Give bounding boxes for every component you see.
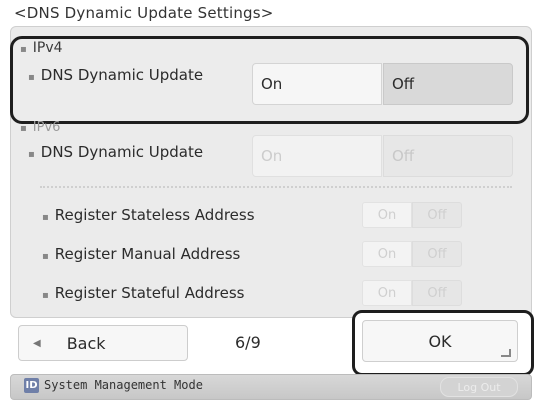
page-title: <DNS Dynamic Update Settings>: [14, 4, 274, 22]
register-manual-on-button[interactable]: On: [362, 241, 412, 267]
register-stateless-on-button[interactable]: On: [362, 202, 412, 228]
page-indicator: 6/9: [235, 333, 261, 352]
mode-text: System Management Mode: [44, 378, 203, 392]
register-stateful-off-button[interactable]: Off: [412, 280, 462, 306]
ipv4-on-button[interactable]: On: [252, 63, 382, 105]
ipv4-off-button[interactable]: Off: [383, 63, 513, 105]
ok-button[interactable]: OK: [362, 320, 518, 362]
ipv4-dns-update-label: ▪ DNS Dynamic Update: [28, 66, 204, 84]
register-stateful-label: ▪ Register Stateful Address: [42, 284, 245, 302]
bullet-icon: ▪: [20, 44, 27, 55]
logout-button[interactable]: Log Out: [440, 377, 518, 397]
bullet-icon: ▪: [42, 212, 49, 223]
ipv6-on-button[interactable]: On: [252, 135, 382, 177]
system-mode-icon: ID: [24, 378, 39, 393]
ipv6-section-label: ▪ IPv6: [20, 120, 61, 132]
enter-corner-icon: [501, 349, 511, 357]
register-stateless-off-button[interactable]: Off: [412, 202, 462, 228]
register-manual-label: ▪ Register Manual Address: [42, 245, 241, 263]
ipv4-section-label: ▪ IPv4: [20, 40, 63, 56]
back-button[interactable]: ◀ Back: [18, 325, 188, 361]
ipv6-dns-update-label: ▪ DNS Dynamic Update: [28, 143, 204, 161]
bullet-icon: ▪: [28, 149, 35, 160]
bullet-icon: ▪: [28, 72, 35, 83]
bullet-icon: ▪: [42, 290, 49, 301]
bullet-icon: ▪: [42, 251, 49, 262]
section-divider: [40, 186, 512, 188]
bullet-icon: ▪: [20, 123, 27, 132]
back-arrow-icon: ◀: [33, 337, 41, 349]
register-stateless-label: ▪ Register Stateless Address: [42, 206, 255, 224]
register-stateful-on-button[interactable]: On: [362, 280, 412, 306]
register-manual-off-button[interactable]: Off: [412, 241, 462, 267]
ipv6-off-button[interactable]: Off: [383, 135, 513, 177]
